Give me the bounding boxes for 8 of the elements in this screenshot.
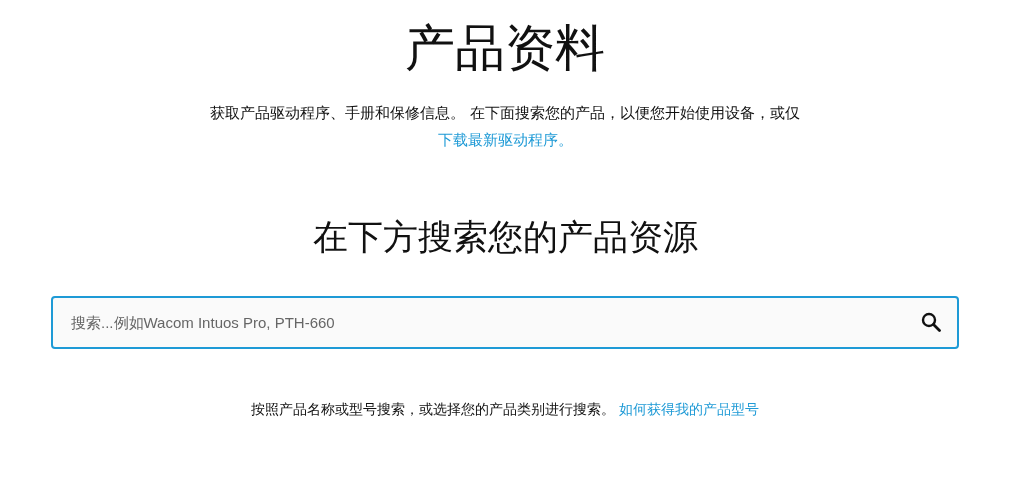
intro-paragraph: 获取产品驱动程序、手册和保修信息。 在下面搜索您的产品，以便您开始使用设备，或仅 下载最新驱动程序。 bbox=[209, 104, 801, 150]
page-title: 产品资料 bbox=[404, 18, 606, 78]
hint-text: 按照产品名称或型号搜索，或选择您的产品类别进行搜索。 如何获得我的产品型号 bbox=[249, 400, 761, 419]
search-field[interactable]: 搜索...例如Wacom Intuos Pro, PTH-660 bbox=[51, 296, 959, 349]
driver-download-link[interactable]: 下载最新驱动程序。 bbox=[437, 132, 573, 148]
model-number-help-link[interactable]: 如何获得我的产品型号 bbox=[619, 401, 760, 417]
search-heading: 在下方搜索您的产品资源 bbox=[311, 216, 699, 258]
search-icon[interactable] bbox=[921, 312, 941, 332]
